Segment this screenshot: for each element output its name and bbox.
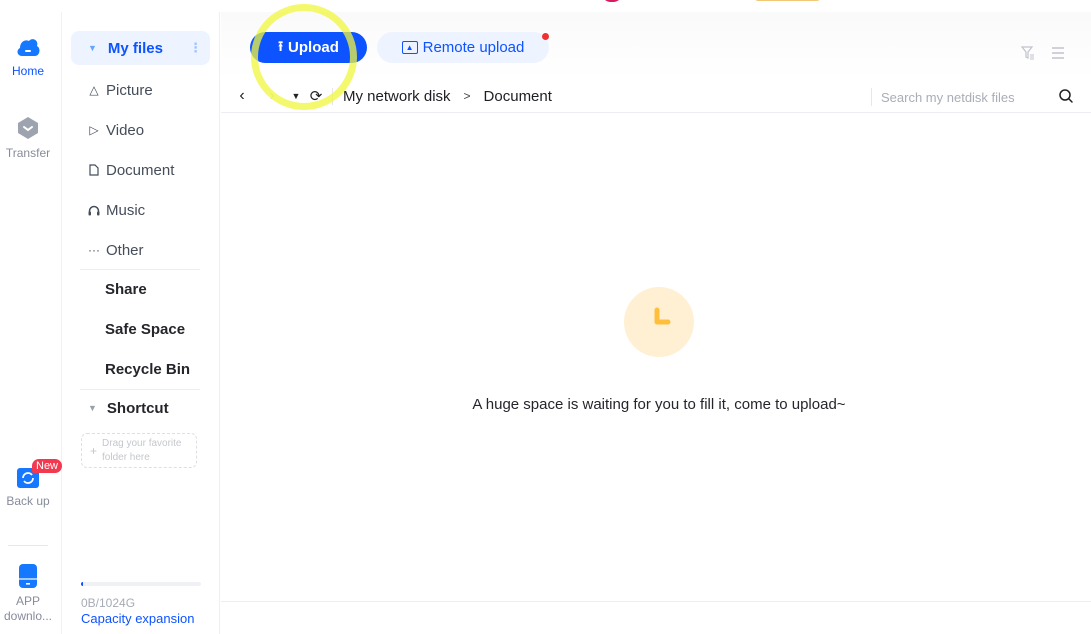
sidebar-item-label: Safe Space (105, 320, 186, 338)
sidebar-item-label: Music (106, 201, 146, 219)
sidebar-item-document[interactable]: Document (80, 159, 174, 181)
capacity-expansion-link[interactable]: Capacity expansion (81, 611, 194, 626)
search-icon[interactable] (1057, 87, 1075, 105)
left-rail: Home Transfer Back up New APP downlo... (0, 12, 63, 634)
sidebar-item-safe-space[interactable]: Safe Space (105, 318, 185, 340)
sidebar-item-music[interactable]: Music (80, 199, 145, 221)
my-files-label: My files (107, 39, 163, 57)
sidebar-item-share[interactable]: Share (105, 278, 147, 300)
new-badge: New (32, 459, 63, 473)
more-icon: ··· (88, 243, 100, 257)
footer-divider (221, 601, 1091, 602)
navigation-bar: ‹ › ▼ ⟳ My network disk > Document (221, 80, 1091, 113)
list-view-icon[interactable] (1051, 46, 1065, 64)
sidebar-item-label: Recycle Bin (105, 360, 191, 378)
shortcut-dropzone[interactable]: + Drag your favorite folder here (81, 433, 197, 468)
remote-upload-label: Remote upload (422, 39, 525, 56)
capacity-text: 0B/1024G (81, 596, 136, 610)
dropzone-text: Drag your favorite folder here (102, 437, 182, 463)
upload-label: Upload (288, 39, 339, 56)
filter-icon[interactable] (1020, 46, 1035, 64)
empty-state-message: A huge space is waiting for you to fill … (472, 396, 846, 413)
decorative-shape (755, 0, 820, 1)
rail-label: Back up (6, 494, 50, 508)
breadcrumb-current: Document (483, 87, 552, 105)
nav-divider (332, 87, 333, 105)
sidebar-item-label: Video (106, 121, 145, 139)
sidebar-divider (80, 389, 200, 390)
sidebar-item-label: Other (106, 241, 144, 259)
transfer-icon (18, 117, 38, 139)
rail-item-home[interactable]: Home (0, 36, 56, 79)
breadcrumb-separator-icon: > (463, 89, 471, 103)
sidebar-item-my-files[interactable]: ▼ My files ⋮ (71, 31, 210, 65)
sidebar-item-shortcut[interactable]: ▼ Shortcut (80, 397, 169, 419)
cloud-icon (17, 39, 40, 56)
sidebar-item-picture[interactable]: △ Picture (80, 79, 153, 101)
rail-item-backup[interactable]: Back up (0, 468, 56, 509)
plus-icon: + (90, 443, 98, 458)
rail-divider (8, 545, 48, 546)
phone-icon (19, 564, 37, 588)
main-panel: ⭱ Upload ▲ Remote upload ‹ › ▼ ⟳ My netw… (221, 12, 1091, 634)
clock-icon (624, 287, 694, 357)
remote-upload-button[interactable]: ▲ Remote upload (377, 32, 549, 63)
empty-state: A huge space is waiting for you to fill … (221, 113, 1091, 601)
capacity-bar-fill (81, 582, 84, 586)
sidebar-item-label: Picture (106, 81, 153, 99)
capacity-bar (81, 582, 201, 586)
video-icon: ▷ (89, 123, 99, 137)
more-vertical-icon[interactable]: ⋮ (189, 40, 202, 56)
upload-icon: ⭱ (278, 37, 284, 54)
rail-item-transfer[interactable]: Transfer (0, 116, 56, 161)
sidebar-item-label: Document (106, 161, 175, 179)
sidebar-item-video[interactable]: ▷ Video (80, 119, 144, 141)
sidebar-item-label: Shortcut (106, 399, 169, 417)
sidebar-item-other[interactable]: ··· Other (80, 239, 144, 261)
decorative-shape (601, 0, 623, 2)
rail-label: Transfer (5, 146, 51, 160)
remote-upload-icon: ▲ (401, 41, 418, 54)
top-strip (0, 0, 1091, 12)
refresh-icon[interactable]: ⟳ (306, 87, 326, 105)
sidebar-item-recycle-bin[interactable]: Recycle Bin (105, 358, 190, 380)
rail-label: APP downlo... (3, 594, 53, 623)
rail-label: Home (11, 64, 44, 78)
breadcrumb-root[interactable]: My network disk (343, 88, 451, 105)
caret-down-icon: ▼ (88, 403, 97, 413)
forward-icon[interactable]: › (262, 87, 282, 105)
search-divider (871, 88, 872, 106)
sidebar-divider (80, 269, 200, 270)
rail-item-app-download[interactable]: APP downlo... (0, 564, 56, 624)
upload-button[interactable]: ⭱ Upload (250, 32, 367, 63)
view-tools (1020, 46, 1065, 64)
sidebar: ▼ My files ⋮ △ Picture ▷ Video Document … (62, 12, 220, 634)
picture-icon: △ (89, 83, 99, 97)
notification-dot (542, 33, 549, 40)
caret-down-icon: ▼ (88, 43, 97, 53)
back-icon[interactable]: ‹ (232, 87, 252, 105)
search-input[interactable] (881, 85, 1051, 109)
history-dropdown-icon[interactable]: ▼ (286, 91, 306, 101)
sidebar-item-label: Share (105, 280, 147, 298)
music-icon (87, 205, 101, 216)
document-icon (87, 164, 101, 176)
toolbar: ⭱ Upload ▲ Remote upload (221, 12, 1091, 80)
